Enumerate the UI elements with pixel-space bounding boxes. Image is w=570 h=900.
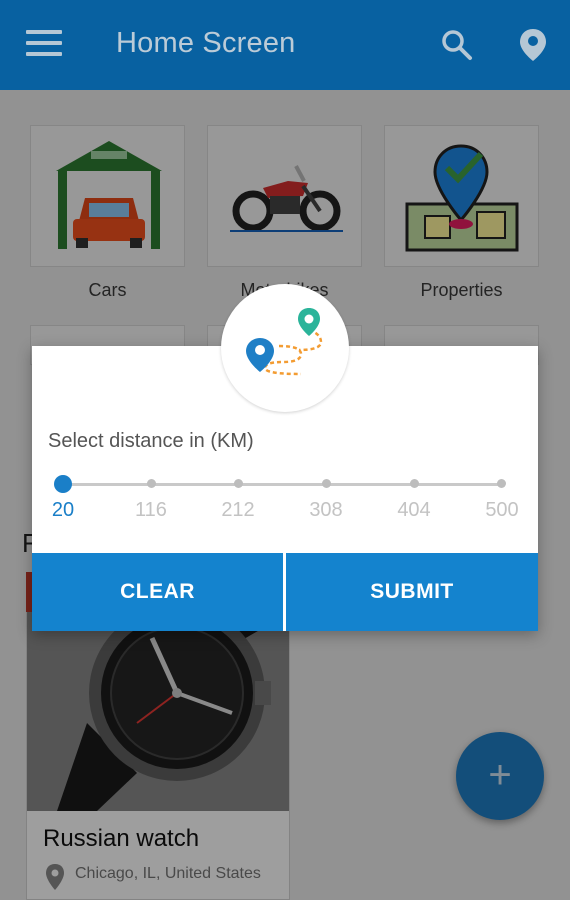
tick-label-404: 404: [397, 499, 431, 521]
route-icon-badge: [221, 284, 349, 412]
clear-button[interactable]: CLEAR: [32, 553, 283, 631]
slider-track: [63, 483, 502, 486]
slider-thumb[interactable]: [54, 475, 72, 493]
appbar-scrim: [0, 0, 570, 90]
tick-label-500: 500: [485, 499, 519, 521]
slider-tick: [322, 479, 331, 488]
slider-tick: [147, 479, 156, 488]
slider-tick: [497, 479, 506, 488]
slider-tick: [410, 479, 419, 488]
tick-label-20: 20: [51, 499, 75, 521]
distance-label: Select distance in (KM): [48, 430, 254, 452]
route-map-icon: [246, 308, 323, 376]
tick-label-308: 308: [309, 499, 343, 521]
submit-button[interactable]: SUBMIT: [286, 553, 538, 631]
tick-label-212: 212: [221, 499, 255, 521]
tick-label-116: 116: [135, 499, 167, 521]
distance-slider[interactable]: 20 116 212 308 404 500: [32, 468, 538, 538]
slider-tick: [234, 479, 243, 488]
